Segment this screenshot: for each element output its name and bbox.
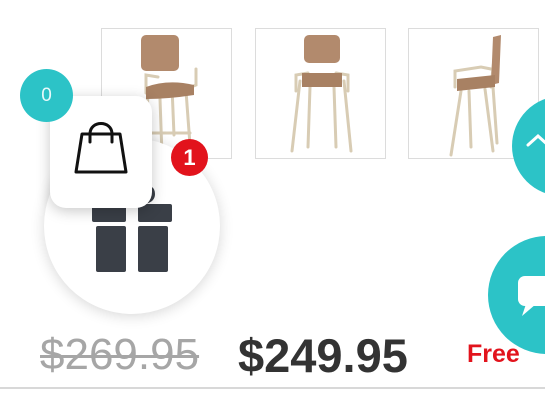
gift-count-badge: 1	[171, 139, 208, 176]
sale-price: $249.95	[238, 329, 408, 382]
cart-count-badge[interactable]: 0	[20, 69, 73, 122]
chat-button[interactable]	[488, 236, 545, 354]
free-shipping-label: Free	[467, 340, 520, 368]
shopping-bag-icon	[74, 122, 128, 174]
product-page: 0 1 $269.95 $249.95 Free	[0, 0, 545, 403]
chevron-up-icon	[526, 133, 545, 147]
divider	[0, 387, 545, 389]
chat-icon	[518, 276, 545, 316]
product-thumbnail-2[interactable]	[255, 28, 386, 159]
original-price: $269.95	[40, 330, 200, 379]
chair-front-image	[290, 35, 353, 153]
